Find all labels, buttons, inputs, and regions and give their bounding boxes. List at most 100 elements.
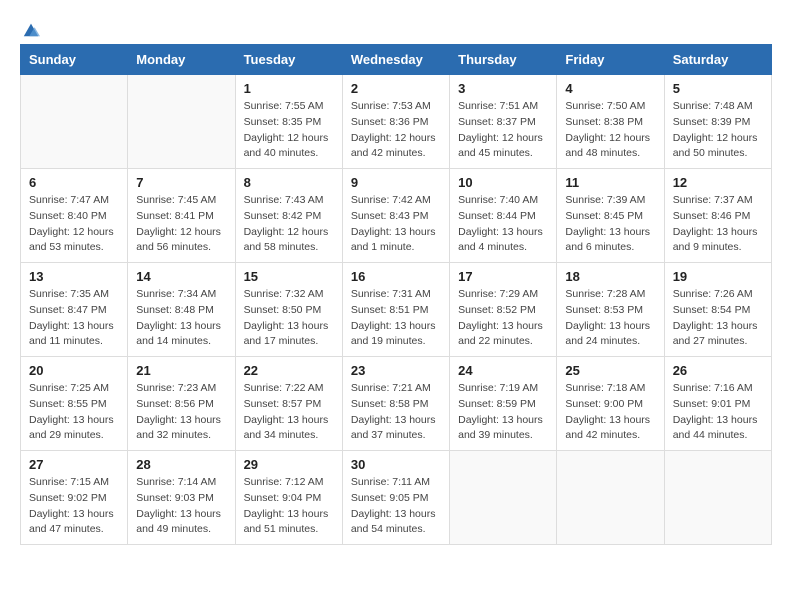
day-cell: 3 Sunrise: 7:51 AMSunset: 8:37 PMDaylight…	[450, 75, 557, 169]
day-number: 29	[244, 457, 334, 472]
day-number: 2	[351, 81, 441, 96]
day-info: Sunrise: 7:11 AMSunset: 9:05 PMDaylight:…	[351, 475, 441, 538]
day-number: 14	[136, 269, 226, 284]
day-number: 22	[244, 363, 334, 378]
day-number: 30	[351, 457, 441, 472]
day-cell: 22 Sunrise: 7:22 AMSunset: 8:57 PMDayligh…	[235, 357, 342, 451]
day-info: Sunrise: 7:40 AMSunset: 8:44 PMDaylight:…	[458, 193, 548, 256]
day-info: Sunrise: 7:51 AMSunset: 8:37 PMDaylight:…	[458, 99, 548, 162]
day-cell: 10 Sunrise: 7:40 AMSunset: 8:44 PMDayligh…	[450, 169, 557, 263]
day-info: Sunrise: 7:16 AMSunset: 9:01 PMDaylight:…	[673, 381, 763, 444]
day-info: Sunrise: 7:14 AMSunset: 9:03 PMDaylight:…	[136, 475, 226, 538]
day-number: 3	[458, 81, 548, 96]
day-cell: 5 Sunrise: 7:48 AMSunset: 8:39 PMDaylight…	[664, 75, 771, 169]
day-number: 1	[244, 81, 334, 96]
day-number: 28	[136, 457, 226, 472]
header-row: SundayMondayTuesdayWednesdayThursdayFrid…	[21, 45, 772, 75]
day-cell: 26Sunrise: 7:16 AMSunset: 9:01 PMDayligh…	[664, 357, 771, 451]
day-number: 24	[458, 363, 548, 378]
day-number: 21	[136, 363, 226, 378]
day-cell: 28 Sunrise: 7:14 AMSunset: 9:03 PMDayligh…	[128, 451, 235, 545]
day-info: Sunrise: 7:29 AMSunset: 8:52 PMDaylight:…	[458, 287, 548, 350]
day-cell: 15 Sunrise: 7:32 AMSunset: 8:50 PMDayligh…	[235, 263, 342, 357]
day-cell: 4 Sunrise: 7:50 AMSunset: 8:38 PMDaylight…	[557, 75, 664, 169]
logo-icon	[22, 20, 40, 38]
day-number: 6	[29, 175, 119, 190]
day-cell: 24 Sunrise: 7:19 AMSunset: 8:59 PMDayligh…	[450, 357, 557, 451]
day-number: 4	[565, 81, 655, 96]
day-cell: 13 Sunrise: 7:35 AMSunset: 8:47 PMDayligh…	[21, 263, 128, 357]
day-number: 10	[458, 175, 548, 190]
day-info: Sunrise: 7:35 AMSunset: 8:47 PMDaylight:…	[29, 287, 119, 350]
day-info: Sunrise: 7:37 AMSunset: 8:46 PMDaylight:…	[673, 193, 763, 256]
week-row-3: 13 Sunrise: 7:35 AMSunset: 8:47 PMDayligh…	[21, 263, 772, 357]
day-info: Sunrise: 7:12 AMSunset: 9:04 PMDaylight:…	[244, 475, 334, 538]
day-cell	[557, 451, 664, 545]
day-info: Sunrise: 7:55 AMSunset: 8:35 PMDaylight:…	[244, 99, 334, 162]
calendar-table: SundayMondayTuesdayWednesdayThursdayFrid…	[20, 44, 772, 545]
day-cell: 6 Sunrise: 7:47 AMSunset: 8:40 PMDaylight…	[21, 169, 128, 263]
header	[20, 20, 772, 38]
day-info: Sunrise: 7:31 AMSunset: 8:51 PMDaylight:…	[351, 287, 441, 350]
day-cell: 27 Sunrise: 7:15 AMSunset: 9:02 PMDayligh…	[21, 451, 128, 545]
header-day-monday: Monday	[128, 45, 235, 75]
day-info: Sunrise: 7:45 AMSunset: 8:41 PMDaylight:…	[136, 193, 226, 256]
week-row-1: 1 Sunrise: 7:55 AMSunset: 8:35 PMDaylight…	[21, 75, 772, 169]
header-day-wednesday: Wednesday	[342, 45, 449, 75]
logo	[20, 20, 40, 38]
day-info: Sunrise: 7:23 AMSunset: 8:56 PMDaylight:…	[136, 381, 226, 444]
day-number: 25	[565, 363, 655, 378]
day-cell: 20 Sunrise: 7:25 AMSunset: 8:55 PMDayligh…	[21, 357, 128, 451]
day-info: Sunrise: 7:32 AMSunset: 8:50 PMDaylight:…	[244, 287, 334, 350]
day-number: 15	[244, 269, 334, 284]
day-cell: 17 Sunrise: 7:29 AMSunset: 8:52 PMDayligh…	[450, 263, 557, 357]
day-cell: 18 Sunrise: 7:28 AMSunset: 8:53 PMDayligh…	[557, 263, 664, 357]
day-info: Sunrise: 7:15 AMSunset: 9:02 PMDaylight:…	[29, 475, 119, 538]
day-cell: 25 Sunrise: 7:18 AMSunset: 9:00 PMDayligh…	[557, 357, 664, 451]
day-cell: 7 Sunrise: 7:45 AMSunset: 8:41 PMDaylight…	[128, 169, 235, 263]
day-cell: 8 Sunrise: 7:43 AMSunset: 8:42 PMDaylight…	[235, 169, 342, 263]
day-number: 20	[29, 363, 119, 378]
header-day-thursday: Thursday	[450, 45, 557, 75]
week-row-4: 20 Sunrise: 7:25 AMSunset: 8:55 PMDayligh…	[21, 357, 772, 451]
day-info: Sunrise: 7:19 AMSunset: 8:59 PMDaylight:…	[458, 381, 548, 444]
day-info: Sunrise: 7:47 AMSunset: 8:40 PMDaylight:…	[29, 193, 119, 256]
day-number: 16	[351, 269, 441, 284]
day-number: 12	[673, 175, 763, 190]
day-cell: 1 Sunrise: 7:55 AMSunset: 8:35 PMDaylight…	[235, 75, 342, 169]
day-cell: 23Sunrise: 7:21 AMSunset: 8:58 PMDayligh…	[342, 357, 449, 451]
day-number: 18	[565, 269, 655, 284]
day-cell: 16 Sunrise: 7:31 AMSunset: 8:51 PMDayligh…	[342, 263, 449, 357]
day-number: 19	[673, 269, 763, 284]
day-info: Sunrise: 7:39 AMSunset: 8:45 PMDaylight:…	[565, 193, 655, 256]
day-cell	[128, 75, 235, 169]
header-day-friday: Friday	[557, 45, 664, 75]
day-info: Sunrise: 7:26 AMSunset: 8:54 PMDaylight:…	[673, 287, 763, 350]
header-day-sunday: Sunday	[21, 45, 128, 75]
day-number: 17	[458, 269, 548, 284]
day-number: 9	[351, 175, 441, 190]
day-info: Sunrise: 7:53 AMSunset: 8:36 PMDaylight:…	[351, 99, 441, 162]
day-info: Sunrise: 7:28 AMSunset: 8:53 PMDaylight:…	[565, 287, 655, 350]
day-cell: 21 Sunrise: 7:23 AMSunset: 8:56 PMDayligh…	[128, 357, 235, 451]
day-number: 27	[29, 457, 119, 472]
day-cell: 19 Sunrise: 7:26 AMSunset: 8:54 PMDayligh…	[664, 263, 771, 357]
day-number: 8	[244, 175, 334, 190]
week-row-5: 27 Sunrise: 7:15 AMSunset: 9:02 PMDayligh…	[21, 451, 772, 545]
day-info: Sunrise: 7:50 AMSunset: 8:38 PMDaylight:…	[565, 99, 655, 162]
day-info: Sunrise: 7:21 AMSunset: 8:58 PMDaylight:…	[351, 381, 441, 444]
day-info: Sunrise: 7:18 AMSunset: 9:00 PMDaylight:…	[565, 381, 655, 444]
day-number: 5	[673, 81, 763, 96]
day-info: Sunrise: 7:48 AMSunset: 8:39 PMDaylight:…	[673, 99, 763, 162]
day-number: 13	[29, 269, 119, 284]
day-cell: 29 Sunrise: 7:12 AMSunset: 9:04 PMDayligh…	[235, 451, 342, 545]
day-info: Sunrise: 7:43 AMSunset: 8:42 PMDaylight:…	[244, 193, 334, 256]
day-info: Sunrise: 7:22 AMSunset: 8:57 PMDaylight:…	[244, 381, 334, 444]
day-cell	[450, 451, 557, 545]
day-info: Sunrise: 7:25 AMSunset: 8:55 PMDaylight:…	[29, 381, 119, 444]
day-number: 7	[136, 175, 226, 190]
day-cell	[21, 75, 128, 169]
header-day-tuesday: Tuesday	[235, 45, 342, 75]
day-cell: 11Sunrise: 7:39 AMSunset: 8:45 PMDayligh…	[557, 169, 664, 263]
day-cell: 9Sunrise: 7:42 AMSunset: 8:43 PMDaylight…	[342, 169, 449, 263]
